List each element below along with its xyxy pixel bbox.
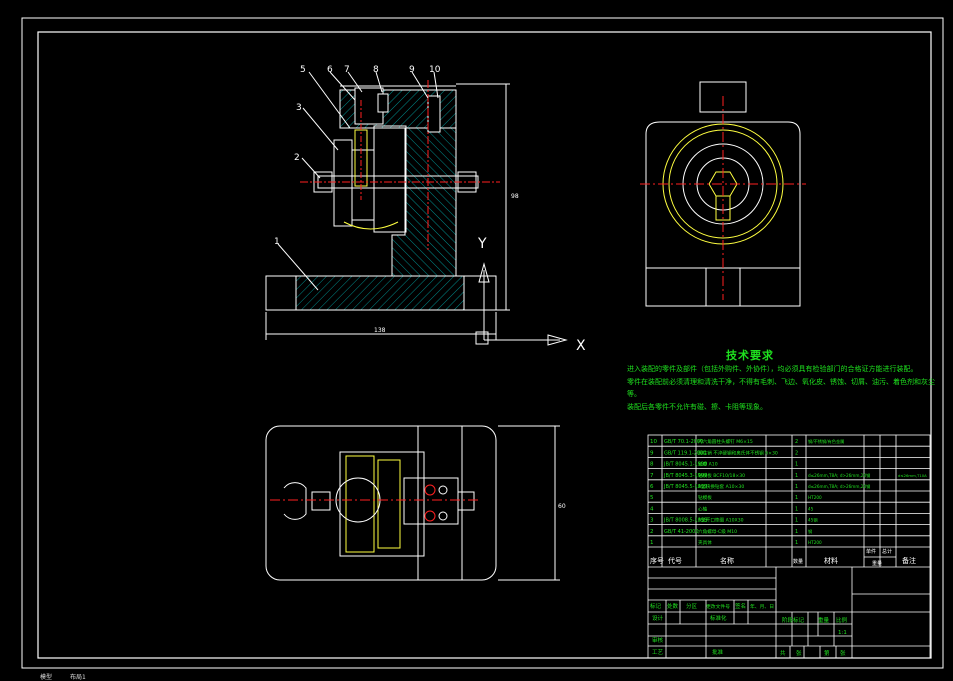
hdr-no: 序号 xyxy=(650,556,664,565)
hdr-unit: 单件 xyxy=(866,548,876,555)
balloon-5: 5 xyxy=(300,65,306,75)
bom-cell-mat: HT200 xyxy=(808,495,822,500)
bom-cell-mat: 钢 xyxy=(808,528,812,535)
bom-cell-qty: 1 xyxy=(795,473,798,479)
bom-cell-name: 心轴 xyxy=(698,505,708,512)
bom-cell-name: 钻套 A10 xyxy=(698,461,718,468)
balloon-6: 6 xyxy=(327,65,333,75)
hdr-qty: 数量 xyxy=(793,558,803,565)
bom-cell-no: 1 xyxy=(650,540,654,546)
bom-cell-name: 六角螺母-C级 M10 xyxy=(698,528,737,535)
bom-cell-name: 钻模板 BCF10/18×30 xyxy=(698,472,745,479)
tb-ratio: 比例 xyxy=(836,616,848,624)
bom-cell-mat: 钢/不锈钢/有色金属 xyxy=(808,438,844,445)
bom-cell-name: 圆柱销 不淬硬钢和奥氏体不锈钢 6×30 xyxy=(698,449,778,456)
bom-cell-note: d≤26mm,T10A xyxy=(898,473,927,478)
bom-cell-qty: 1 xyxy=(795,540,798,546)
tb-sheet3: 第 xyxy=(824,649,830,657)
bom-cell-qty: 2 xyxy=(795,439,798,445)
bom-header: 序号 代号 名称 数量 材料 单件 总计 重量 备注 xyxy=(650,548,916,567)
bom-text: 10 GB/T 70.1-2000内六角圆柱头螺钉 M6×15 2 钢/不锈钢/有色金… xyxy=(650,438,927,546)
balloon-3: 3 xyxy=(296,103,302,113)
bom-cell-mat: 45 xyxy=(808,506,814,511)
bom-cell-mat: d≤26mm,T8A; d>26mm,20钢 xyxy=(808,483,870,490)
tech-line-3: 等。 xyxy=(627,390,641,398)
axis-y-label: Y xyxy=(477,236,487,252)
bom-cell-no: 10 xyxy=(650,439,657,445)
tb-approve: 批准 xyxy=(712,648,724,656)
bom-cell-mat: HT200 xyxy=(808,540,822,545)
hdr-weight: 重量 xyxy=(872,560,882,567)
bom-cell-qty: 1 xyxy=(795,495,798,501)
bom-cell-no: 5 xyxy=(650,495,654,501)
drawing-canvas: 1 2 3 5 6 7 8 9 10 138 98 Y X 60 10 GB/T… xyxy=(21,17,944,669)
tb-design: 设计 xyxy=(652,614,664,622)
tb-sheet1: 共 xyxy=(780,649,786,657)
tech-line-2: 零件在装配前必须清理和清洗干净，不得有毛刺、飞边、氧化皮、锈蚀、切屑、油污、着色… xyxy=(627,378,935,386)
hdr-total: 总计 xyxy=(882,548,892,555)
tb-sheet4: 张 xyxy=(840,649,846,657)
tb-weight: 重量 xyxy=(818,616,830,624)
bom-cell-mat: d≤26mm,T8A; d>26mm,20钢 xyxy=(808,472,870,479)
hdr-code: 代号 xyxy=(668,556,682,565)
tb-std: 标准化 xyxy=(710,614,727,622)
status-bar: 模型 布局1 xyxy=(0,672,953,681)
bom-cell-name: 内六角圆柱头螺钉 M6×15 xyxy=(698,438,753,445)
tb-date: 年、月、日 xyxy=(750,603,774,610)
dim-height: 98 xyxy=(511,193,519,200)
tech-line-1: 进入装配的零件及部件（包括外购件、外协件），均必须具有检验部门的合格证方能进行装… xyxy=(627,365,918,373)
balloon-9: 9 xyxy=(409,65,415,75)
layout-tab[interactable]: 布局1 xyxy=(70,672,86,681)
balloon-1: 1 xyxy=(274,237,280,247)
sheet-border xyxy=(21,17,944,669)
dim-width: 138 xyxy=(374,327,386,334)
bom-cell-qty: 1 xyxy=(795,529,798,535)
tb-sheet2: 张 xyxy=(796,649,802,657)
bom-cell-code: GB/T 41-2000 xyxy=(664,529,699,535)
hdr-mat: 材料 xyxy=(824,556,838,565)
bom-cell-qty: 1 xyxy=(795,506,798,512)
balloon-10: 10 xyxy=(429,65,441,75)
bom-cell-qty: 1 xyxy=(795,484,798,490)
tech-title: 技术要求 xyxy=(726,349,774,362)
bom-cell-no: 2 xyxy=(650,529,654,535)
hdr-note: 备注 xyxy=(902,556,916,565)
tb-mark: 标记 xyxy=(650,602,662,610)
tb-review: 审核 xyxy=(652,636,664,644)
bom-cell-qty: 2 xyxy=(795,450,798,456)
bom-cell-name: A型开口垫圈 A10X30 xyxy=(698,517,744,524)
front-view xyxy=(265,71,510,340)
model-tab[interactable]: 模型 xyxy=(40,672,52,681)
tb-scale: 1:1 xyxy=(838,630,847,636)
bom-cell-no: 8 xyxy=(650,462,654,468)
balloon-2: 2 xyxy=(294,153,300,163)
top-view xyxy=(265,425,560,581)
bom-cell-no: 7 xyxy=(650,473,654,479)
axis-x-label: X xyxy=(576,338,586,354)
bom-cell-name: 夹具体 xyxy=(698,539,712,546)
bom-cell-mat: 45钢 xyxy=(808,517,818,524)
bom-cell-qty: 1 xyxy=(795,462,798,468)
bom-cell-name: A型快换钻套 A10×30 xyxy=(698,483,744,490)
tb-craft: 工艺 xyxy=(652,649,664,656)
tb-count: 处数 xyxy=(667,602,679,610)
balloon-8: 8 xyxy=(373,65,379,75)
tb-stage: 阶段标记 xyxy=(782,616,805,624)
bom-cell-no: 6 xyxy=(650,484,654,490)
tech-line-4: 装配后各零件不允许有碰、擦、卡阻等现象。 xyxy=(627,403,767,411)
side-view xyxy=(640,81,806,307)
bom-cell-qty: 1 xyxy=(795,518,798,524)
bom-cell-name: 钻模板 xyxy=(698,494,712,501)
tb-change: 更改文件号 xyxy=(706,603,730,610)
tb-zone: 分区 xyxy=(686,602,698,610)
balloon-7: 7 xyxy=(344,65,350,75)
bom-cell-no: 4 xyxy=(650,506,654,512)
bom-cell-no: 9 xyxy=(650,450,654,456)
tb-sign: 签名 xyxy=(735,602,746,610)
hdr-name: 名称 xyxy=(720,556,734,565)
top-dim-height: 60 xyxy=(558,503,566,510)
bom-cell-no: 3 xyxy=(650,518,654,524)
